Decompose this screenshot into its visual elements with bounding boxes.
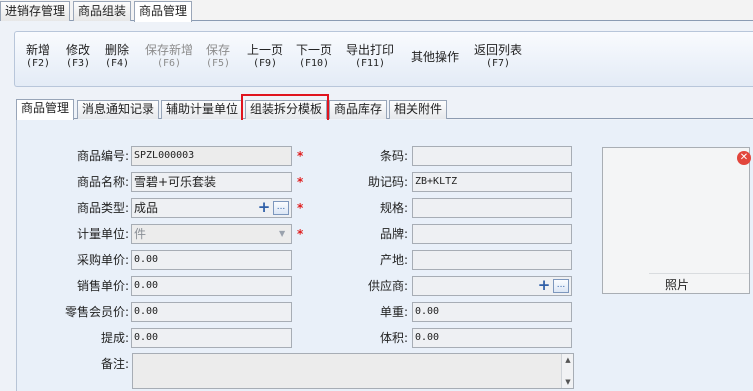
mnemonic-field[interactable]: ZB+KLTZ: [412, 172, 572, 192]
prev-page-label: 上一页: [247, 43, 284, 57]
memo-scrollbar[interactable]: ▲ ▼: [561, 354, 573, 388]
name-required-mark: *: [297, 175, 304, 189]
other-actions-label: 其他操作: [411, 50, 460, 64]
spec-field[interactable]: [412, 198, 572, 218]
code-field[interactable]: SPZL000003: [131, 146, 292, 166]
save-new-button[interactable]: 保存新增 (F6): [145, 43, 193, 71]
edit-label: 修改: [66, 43, 91, 57]
toolbar: 新增 (F2) 修改 (F3) 删除 (F4) 保存新增 (F6) 保存 (F5) 上一页…: [14, 31, 753, 87]
brand-field[interactable]: [412, 224, 572, 244]
save-new-key: (F6): [156, 58, 182, 69]
save-label: 保存: [206, 43, 231, 57]
unit-dropdown-icon[interactable]: ▼: [279, 224, 285, 244]
window-tab-assembly[interactable]: 商品组装: [73, 1, 132, 21]
unit-weight-label: 单重:: [379, 305, 408, 319]
prev-page-key: (F9): [252, 58, 278, 69]
new-button[interactable]: 新增 (F2): [26, 43, 50, 71]
window-tab-product[interactable]: 商品管理: [134, 1, 193, 22]
tab-attachments[interactable]: 相关附件: [389, 100, 448, 119]
sale-price-label: 销售单价:: [76, 279, 129, 293]
prev-page-button[interactable]: 上一页 (F9): [247, 43, 283, 71]
edit-button[interactable]: 修改 (F3): [66, 43, 90, 71]
scroll-up-icon[interactable]: ▲: [563, 356, 573, 364]
new-key: (F2): [26, 58, 51, 69]
photo-box[interactable]: ✕ 照片: [602, 147, 751, 294]
unit-label: 计量单位:: [76, 227, 129, 241]
mnemonic-label: 助记码:: [367, 175, 408, 189]
delete-key: (F4): [105, 58, 130, 69]
code-required-mark: *: [297, 149, 304, 163]
delete-label: 删除: [105, 43, 130, 57]
type-required-mark: *: [297, 201, 304, 215]
photo-divider: [649, 273, 749, 274]
name-field[interactable]: 雪碧+可乐套装: [131, 172, 292, 192]
detail-tab-bar: 商品管理 消息通知记录 辅助计量单位 组装拆分模板 商品库存 相关附件: [16, 99, 753, 120]
member-price-field[interactable]: 0.00: [131, 302, 292, 322]
volume-field[interactable]: 0.00: [412, 328, 572, 348]
window-tab-bar: 进销存管理 商品组装 商品管理: [0, 0, 753, 22]
export-print-button[interactable]: 导出打印 (F11): [346, 43, 394, 71]
type-label: 商品类型:: [76, 201, 129, 215]
export-print-key: (F11): [354, 58, 386, 69]
memo-label: 备注:: [100, 357, 129, 371]
save-new-label: 保存新增: [145, 43, 194, 57]
save-key: (F5): [206, 58, 231, 69]
other-actions-button[interactable]: 其他操作: [411, 50, 459, 64]
edit-key: (F3): [66, 58, 91, 69]
tab-product-management[interactable]: 商品管理: [16, 99, 75, 120]
next-page-key: (F10): [298, 58, 330, 69]
origin-field[interactable]: [412, 250, 572, 270]
volume-label: 体积:: [379, 331, 408, 345]
tab-inventory[interactable]: 商品库存: [329, 100, 388, 119]
purchase-price-field[interactable]: 0.00: [131, 250, 292, 270]
unit-select[interactable]: 件: [131, 224, 292, 244]
delete-button[interactable]: 删除 (F4): [105, 43, 129, 71]
unit-weight-field[interactable]: 0.00: [412, 302, 572, 322]
type-add-icon[interactable]: +: [257, 200, 271, 215]
name-label: 商品名称:: [76, 175, 129, 189]
supplier-label: 供应商:: [367, 279, 408, 293]
tab-aux-units[interactable]: 辅助计量单位: [161, 100, 244, 119]
code-label: 商品编号:: [76, 149, 129, 163]
type-browse-icon[interactable]: ...: [273, 201, 289, 215]
origin-label: 产地:: [379, 253, 408, 267]
barcode-label: 条码:: [379, 149, 408, 163]
supplier-add-icon[interactable]: +: [537, 278, 551, 293]
new-label: 新增: [26, 43, 51, 57]
spec-label: 规格:: [379, 201, 408, 215]
window-tab-inventory[interactable]: 进销存管理: [0, 1, 71, 21]
next-page-button[interactable]: 下一页 (F10): [296, 43, 332, 71]
supplier-browse-icon[interactable]: ...: [553, 279, 569, 293]
export-print-label: 导出打印: [346, 43, 395, 57]
unit-required-mark: *: [297, 227, 304, 241]
next-page-label: 下一页: [296, 43, 333, 57]
scroll-down-icon[interactable]: ▼: [563, 378, 573, 386]
tab-notifications[interactable]: 消息通知记录: [77, 100, 160, 119]
back-to-list-button[interactable]: 返回列表 (F7): [474, 43, 522, 71]
brand-label: 品牌:: [379, 227, 408, 241]
memo-textarea[interactable]: ▲ ▼: [132, 353, 574, 389]
commission-label: 提成:: [100, 331, 129, 345]
sale-price-field[interactable]: 0.00: [131, 276, 292, 296]
member-price-label: 零售会员价:: [64, 305, 129, 319]
commission-field[interactable]: 0.00: [131, 328, 292, 348]
barcode-field[interactable]: [412, 146, 572, 166]
back-to-list-key: (F7): [485, 58, 511, 69]
save-button[interactable]: 保存 (F5): [206, 43, 230, 71]
close-icon[interactable]: ✕: [737, 151, 751, 165]
photo-label: 照片: [664, 278, 689, 292]
purchase-price-label: 采购单价:: [76, 253, 129, 267]
back-to-list-label: 返回列表: [474, 43, 523, 57]
